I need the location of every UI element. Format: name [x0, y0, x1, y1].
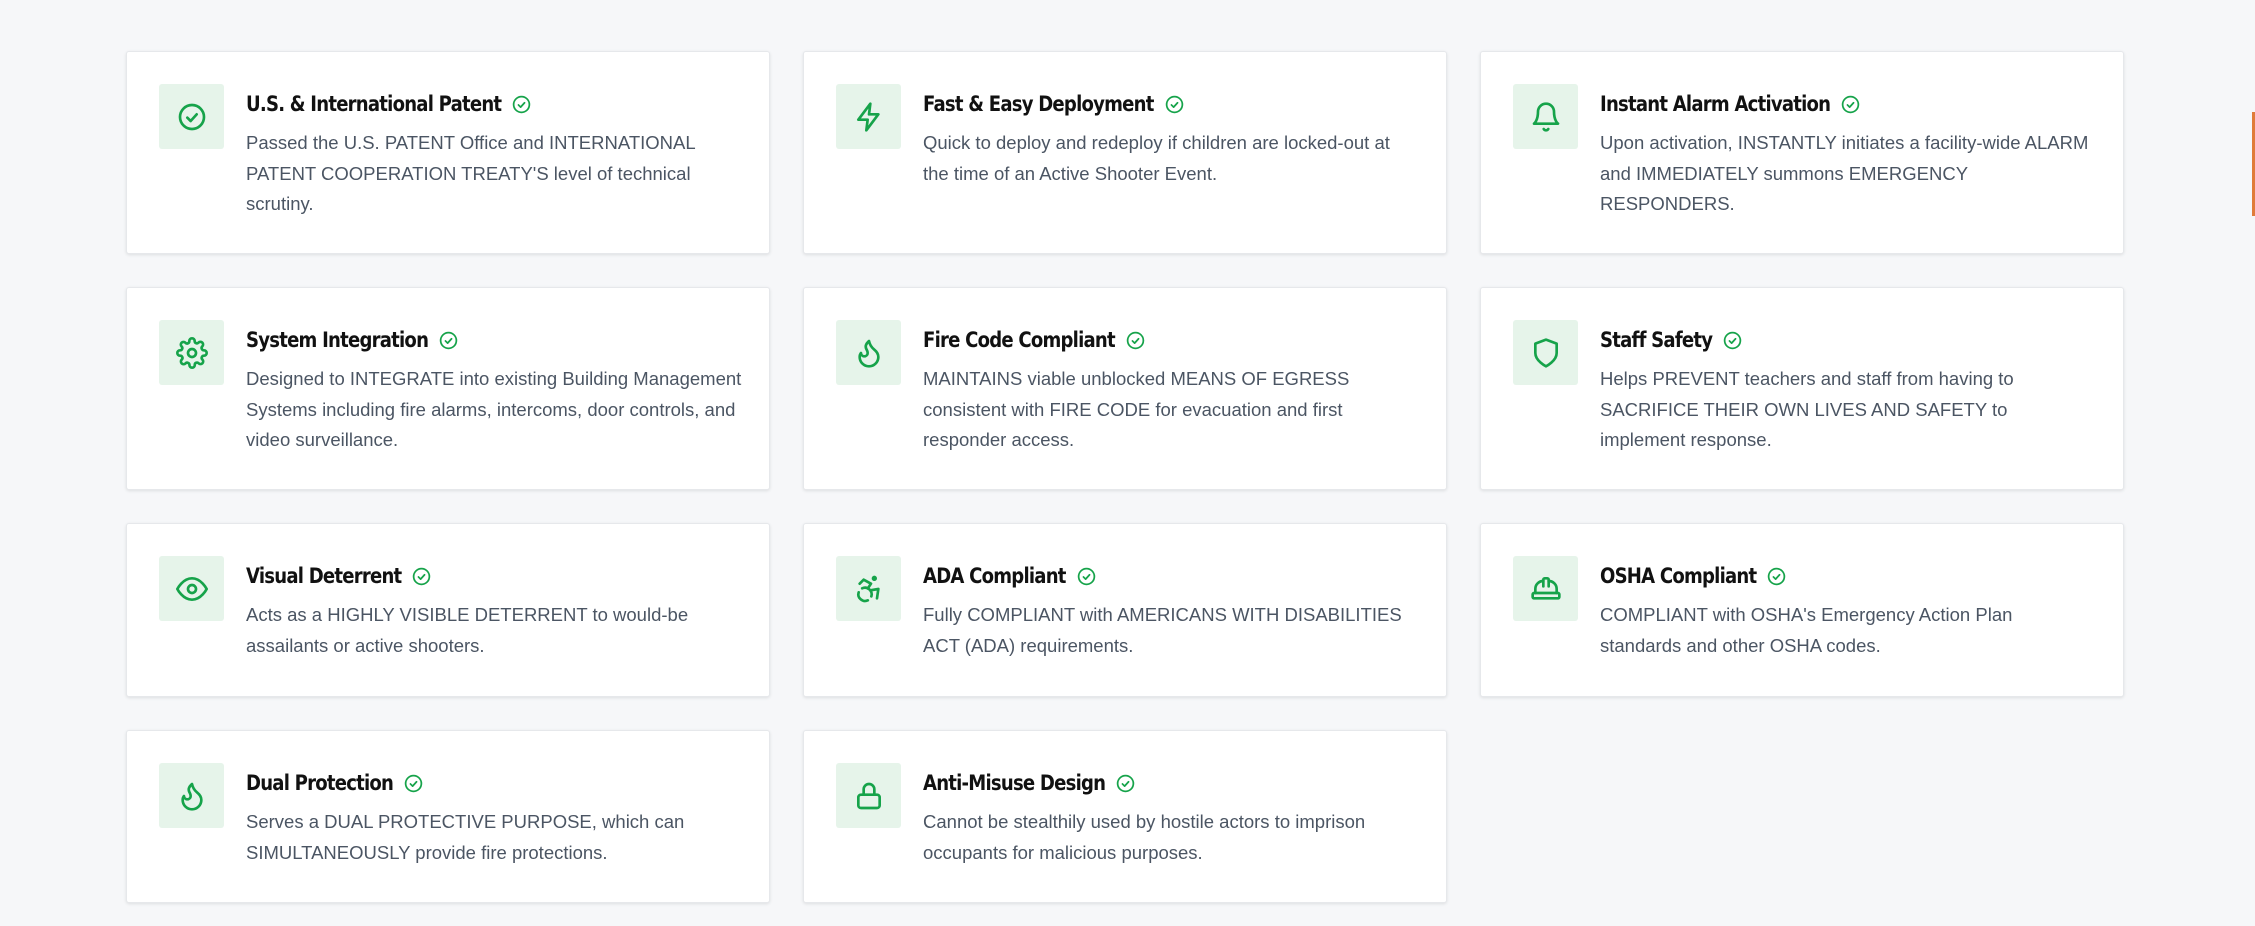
feature-description: COMPLIANT with OSHA's Emergency Action P…	[1600, 604, 2013, 656]
feature-description: MAINTAINS viable unblocked MEANS OF EGRE…	[923, 368, 1350, 450]
verified-check-icon	[1164, 94, 1185, 115]
feature-description: Cannot be stealthily used by hostile act…	[923, 811, 1366, 863]
feature-description: Upon activation, INSTANTLY initiates a f…	[1600, 132, 2089, 214]
feature-card-alarm: Instant Alarm Activation Upon activation…	[1480, 51, 2124, 254]
feature-title: Visual Deterrent	[246, 564, 402, 588]
feature-card-visual-deterrent: Visual Deterrent Acts as a HIGHLY VISIBL…	[126, 523, 770, 697]
verified-check-icon	[511, 94, 532, 115]
feature-card-ada: ADA Compliant Fully COMPLIANT with AMERI…	[803, 523, 1447, 697]
eye-icon	[159, 556, 224, 621]
flame-icon	[159, 763, 224, 828]
feature-description: Fully COMPLIANT with AMERICANS WITH DISA…	[923, 604, 1402, 656]
feature-card-patent: U.S. & International Patent Passed the U…	[126, 51, 770, 254]
verified-check-icon	[403, 773, 424, 794]
check-circle-icon	[159, 84, 224, 149]
feature-card-anti-misuse: Anti-Misuse Design Cannot be stealthily …	[803, 730, 1447, 903]
feature-title: Anti-Misuse Design	[923, 771, 1106, 795]
feature-card-staff-safety: Staff Safety Helps PREVENT teachers and …	[1480, 287, 2124, 490]
verified-check-icon	[1840, 94, 1861, 115]
flame-icon	[836, 320, 901, 385]
verified-check-icon	[1076, 566, 1097, 587]
verified-check-icon	[411, 566, 432, 587]
lightning-icon	[836, 84, 901, 149]
verified-check-icon	[1115, 773, 1136, 794]
feature-card-fire-code: Fire Code Compliant MAINTAINS viable unb…	[803, 287, 1447, 490]
feature-title: ADA Compliant	[923, 564, 1066, 588]
feature-title: Fast & Easy Deployment	[923, 92, 1154, 116]
feature-description: Passed the U.S. PATENT Office and INTERN…	[246, 132, 695, 214]
feature-description: Designed to INTEGRATE into existing Buil…	[246, 368, 742, 450]
feature-title: U.S. & International Patent	[246, 92, 502, 116]
verified-check-icon	[1722, 330, 1743, 351]
verified-check-icon	[438, 330, 459, 351]
feature-title: Staff Safety	[1600, 328, 1713, 352]
lock-icon	[836, 763, 901, 828]
feature-card-osha: OSHA Compliant COMPLIANT with OSHA's Eme…	[1480, 523, 2124, 697]
verified-check-icon	[1766, 566, 1787, 587]
bell-icon	[1513, 84, 1578, 149]
feature-description: Serves a DUAL PROTECTIVE PURPOSE, which …	[246, 811, 685, 863]
accessibility-icon	[836, 556, 901, 621]
feature-title: System Integration	[246, 328, 429, 352]
feature-card-integration: System Integration Designed to INTEGRATE…	[126, 287, 770, 490]
feature-description: Helps PREVENT teachers and staff from ha…	[1600, 368, 2014, 450]
verified-check-icon	[1125, 330, 1146, 351]
hard-hat-icon	[1513, 556, 1578, 621]
shield-icon	[1513, 320, 1578, 385]
feature-description: Quick to deploy and redeploy if children…	[923, 132, 1390, 184]
feature-title: Fire Code Compliant	[923, 328, 1116, 352]
feature-title: Instant Alarm Activation	[1600, 92, 1831, 116]
feature-card-dual-protection: Dual Protection Serves a DUAL PROTECTIVE…	[126, 730, 770, 903]
gear-icon	[159, 320, 224, 385]
feature-card-deployment: Fast & Easy Deployment Quick to deploy a…	[803, 51, 1447, 254]
feature-title: Dual Protection	[246, 771, 394, 795]
feature-description: Acts as a HIGHLY VISIBLE DETERRENT to wo…	[246, 604, 689, 656]
feature-title: OSHA Compliant	[1600, 564, 1757, 588]
features-grid: U.S. & International Patent Passed the U…	[126, 51, 2124, 903]
